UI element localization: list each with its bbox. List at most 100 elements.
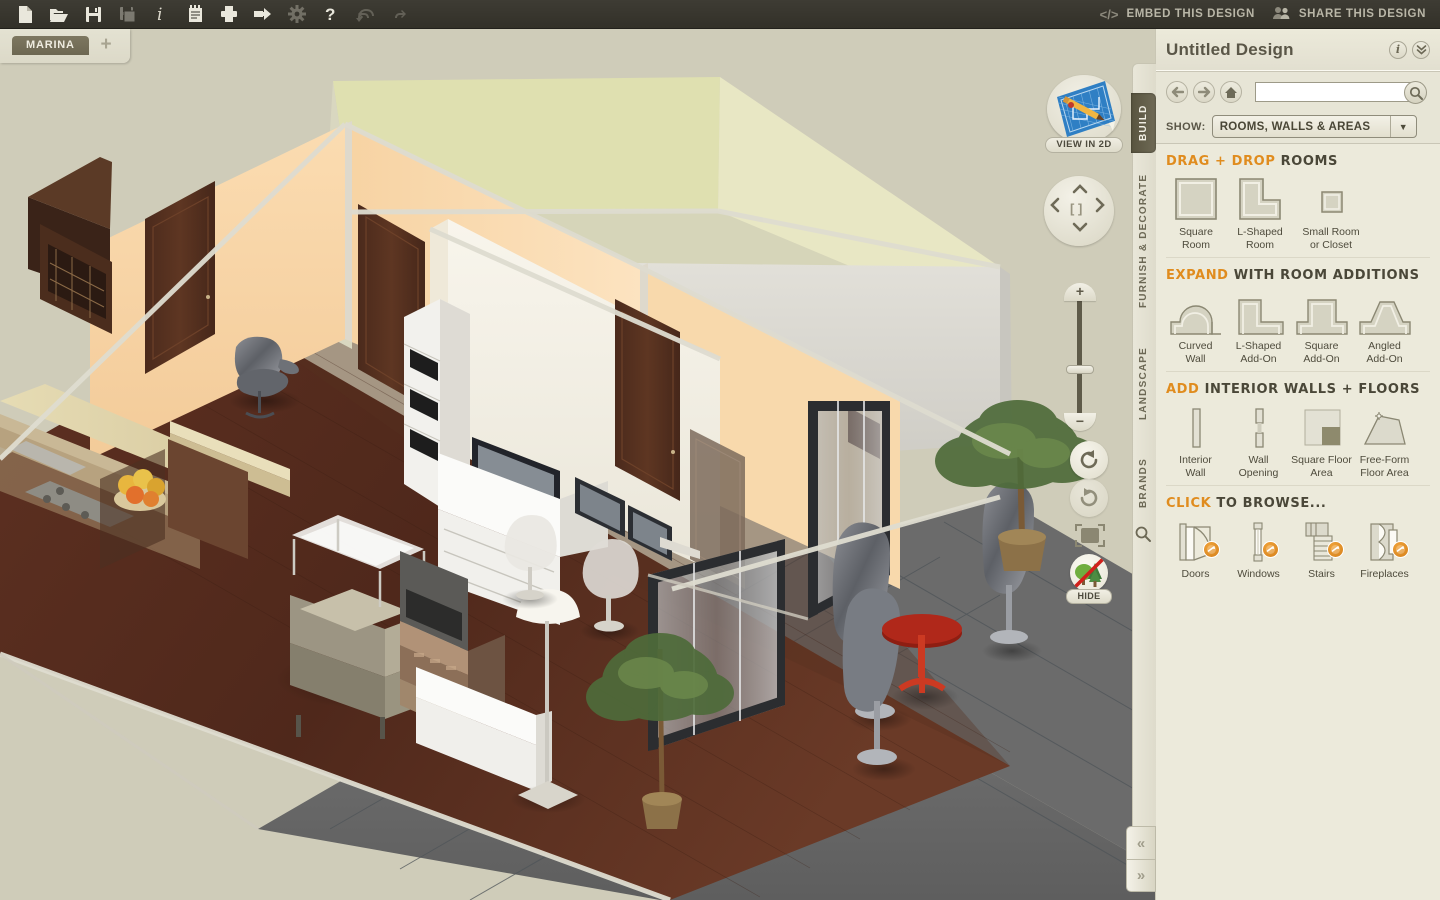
- collapse-next-button[interactable]: »: [1126, 859, 1156, 892]
- pan-up-icon[interactable]: [1072, 180, 1088, 200]
- view-in-2d-label[interactable]: VIEW IN 2D: [1045, 137, 1123, 153]
- svg-text:i: i: [157, 5, 162, 23]
- rail-tab-brands[interactable]: BRANDS: [1131, 445, 1156, 521]
- svg-text:?: ?: [325, 5, 335, 23]
- item-stairs[interactable]: Stairs: [1290, 518, 1353, 581]
- item-label: Free-Form Floor Area: [1359, 454, 1410, 479]
- item-fireplaces[interactable]: Fireplaces: [1353, 518, 1416, 581]
- notes-icon[interactable]: [178, 2, 212, 26]
- save-as-icon[interactable]: [110, 2, 144, 26]
- info-icon[interactable]: i: [1389, 40, 1407, 59]
- project-tab-marina[interactable]: MARINA: [12, 36, 89, 55]
- pan-down-icon[interactable]: [1072, 218, 1088, 238]
- item-free-form-floor-area[interactable]: Free-Form Floor Area: [1353, 404, 1416, 479]
- embed-design-button[interactable]: </> EMBED THIS DESIGN: [1100, 7, 1255, 22]
- browse-badge-icon[interactable]: [1391, 541, 1409, 558]
- browse-badge-icon[interactable]: [1326, 541, 1344, 558]
- floorplan-3d-render[interactable]: [0, 29, 1155, 900]
- rail-tab-furnish-decorate[interactable]: FURNISH & DECORATE: [1131, 161, 1156, 321]
- item-label: Curved Wall: [1178, 340, 1213, 365]
- door-white-wall: [615, 299, 680, 501]
- item-l-shaped-add-on[interactable]: L-Shaped Add-On: [1227, 290, 1290, 365]
- new-document-icon[interactable]: [8, 2, 42, 26]
- stairs-icon: [1296, 518, 1348, 564]
- export-icon[interactable]: [246, 2, 280, 26]
- item-square-room[interactable]: Square Room: [1164, 176, 1228, 251]
- design-canvas[interactable]: VIEW IN 2D [ ] + − HIDE: [0, 29, 1155, 900]
- collapse-panel-icon[interactable]: [1412, 40, 1430, 59]
- item-square-floor-area[interactable]: Square Floor Area: [1290, 404, 1353, 479]
- pan-right-icon[interactable]: [1094, 197, 1106, 218]
- browse-badge-icon[interactable]: [1261, 541, 1279, 558]
- item-label: Small Room or Closet: [1302, 226, 1360, 251]
- l-shaped-add-on-icon: [1231, 290, 1287, 336]
- zoom-slider-track[interactable]: [1077, 293, 1082, 423]
- home-icon[interactable]: [1220, 81, 1242, 103]
- curved-wall-icon: [1168, 290, 1224, 336]
- view-in-2d-button[interactable]: VIEW IN 2D: [1045, 75, 1123, 153]
- panel-header: Untitled Design i: [1156, 29, 1440, 71]
- search-icon[interactable]: [1404, 81, 1427, 104]
- hide-landscape-button[interactable]: [1070, 554, 1108, 592]
- zoom-out-button[interactable]: −: [1064, 413, 1096, 431]
- pan-control-pad[interactable]: [ ]: [1044, 176, 1114, 246]
- settings-gear-icon[interactable]: [280, 2, 314, 26]
- back-arrow-icon[interactable]: [1166, 81, 1188, 103]
- section-click-to-browse: CLICK TO BROWSE... Doors Windows Stairs …: [1156, 496, 1440, 581]
- item-l-shaped-room[interactable]: L-Shaped Room: [1228, 176, 1292, 251]
- item-wall-opening[interactable]: Wall Opening: [1227, 404, 1290, 479]
- item-label: Square Room: [1179, 226, 1213, 251]
- item-square-add-on[interactable]: Square Add-On: [1290, 290, 1353, 365]
- item-label: Angled Add-On: [1366, 340, 1403, 365]
- item-angled-add-on[interactable]: Angled Add-On: [1353, 290, 1416, 365]
- fit-to-screen-button[interactable]: [1074, 523, 1106, 549]
- rotate-clockwise-button[interactable]: [1070, 479, 1108, 517]
- panel-toolbar: SHOW: ROOMS, WALLS & AREAS ▼: [1156, 71, 1440, 143]
- redo-icon[interactable]: [382, 2, 416, 26]
- collapse-previous-button[interactable]: «: [1126, 826, 1156, 859]
- embed-code-icon: </>: [1099, 6, 1119, 22]
- rail-tab-build[interactable]: BUILD: [1131, 93, 1156, 153]
- item-interior-wall[interactable]: Interior Wall: [1164, 404, 1227, 479]
- forward-arrow-icon[interactable]: [1193, 81, 1215, 103]
- square-room-icon: [1173, 176, 1219, 222]
- pan-left-icon[interactable]: [1049, 197, 1061, 218]
- open-folder-icon[interactable]: [42, 2, 76, 26]
- section-rest-text: WITH ROOM ADDITIONS: [1228, 268, 1420, 283]
- rotate-counterclockwise-button[interactable]: [1070, 441, 1108, 479]
- free-form-floor-area-icon: [1357, 404, 1413, 450]
- chevron-down-icon[interactable]: ▼: [1389, 116, 1416, 137]
- add-tab-button[interactable]: +: [98, 35, 114, 55]
- section-accent-text: EXPAND: [1166, 268, 1229, 283]
- save-icon[interactable]: [76, 2, 110, 26]
- item-windows[interactable]: Windows: [1227, 518, 1290, 581]
- windows-icon: [1233, 518, 1285, 564]
- item-label: Windows: [1237, 568, 1280, 580]
- search-input[interactable]: [1255, 82, 1421, 102]
- show-select[interactable]: ROOMS, WALLS & AREAS ▼: [1211, 115, 1417, 138]
- item-small-room-or-closet[interactable]: Small Room or Closet: [1292, 176, 1370, 251]
- doors-icon: [1170, 518, 1222, 564]
- panel-search: [1255, 81, 1427, 104]
- section-items: Doors Windows Stairs Fireplaces: [1156, 518, 1440, 581]
- section-interior-walls-floors: ADD INTERIOR WALLS + FLOORS Interior Wall: [1156, 382, 1440, 479]
- hide-label[interactable]: HIDE: [1066, 589, 1112, 604]
- undo-icon[interactable]: [348, 2, 382, 26]
- item-curved-wall[interactable]: Curved Wall: [1164, 290, 1227, 365]
- browse-badge-icon[interactable]: [1202, 541, 1220, 558]
- view-controls: VIEW IN 2D [ ] + − HIDE: [1036, 75, 1132, 604]
- item-doors[interactable]: Doors: [1164, 518, 1227, 581]
- share-design-button[interactable]: SHARE THIS DESIGN: [1272, 6, 1426, 23]
- show-selected-value: ROOMS, WALLS & AREAS: [1219, 120, 1371, 133]
- rail-tab-landscape[interactable]: LANDSCAPE: [1131, 329, 1156, 437]
- zoom-slider[interactable]: + −: [1064, 283, 1096, 431]
- recenter-icon[interactable]: [ ]: [1070, 201, 1082, 216]
- help-icon[interactable]: ?: [314, 2, 348, 26]
- item-label: Fireplaces: [1360, 568, 1409, 580]
- angled-add-on-icon: [1357, 290, 1413, 336]
- search-icon[interactable]: [1134, 525, 1154, 545]
- print-icon[interactable]: [212, 2, 246, 26]
- info-icon[interactable]: i: [144, 2, 178, 26]
- zoom-in-button[interactable]: +: [1064, 283, 1096, 301]
- zoom-slider-handle[interactable]: [1066, 365, 1094, 374]
